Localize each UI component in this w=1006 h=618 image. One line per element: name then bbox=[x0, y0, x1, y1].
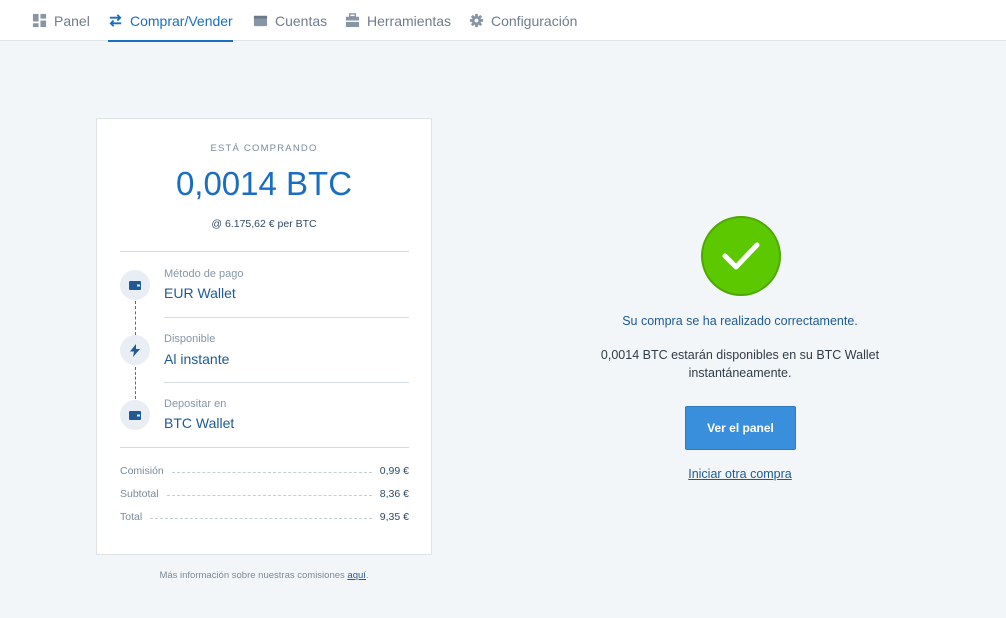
payment-method-value: EUR Wallet bbox=[164, 285, 236, 301]
deposit-label: Depositar en bbox=[164, 398, 227, 410]
view-dashboard-button[interactable]: Ver el panel bbox=[685, 406, 796, 450]
fee-row-comision: Comisión 0,99 € bbox=[120, 464, 409, 478]
gear-icon bbox=[469, 13, 484, 28]
payment-method-label: Método de pago bbox=[164, 268, 244, 280]
nav-tab-comprar-vender[interactable]: Comprar/Vender bbox=[108, 0, 233, 42]
fee-value: 8,36 € bbox=[379, 488, 409, 500]
wallet-icon bbox=[120, 270, 150, 300]
success-check-icon bbox=[701, 216, 781, 296]
success-title: Su compra se ha realizado correctamente. bbox=[622, 314, 858, 328]
nav-tab-herramientas[interactable]: Herramientas bbox=[345, 0, 451, 41]
toolbox-icon bbox=[345, 13, 360, 28]
order-summary-card: ESTÁ COMPRANDO 0,0014 BTC @ 6.175,62 € p… bbox=[96, 118, 432, 555]
start-new-purchase-link[interactable]: Iniciar otra compra bbox=[640, 467, 840, 481]
available-label: Disponible bbox=[164, 333, 216, 345]
wallet-icon bbox=[120, 400, 150, 430]
connector-line bbox=[135, 301, 136, 335]
nav-tab-label: Configuración bbox=[491, 12, 578, 29]
fees-info-link[interactable]: aquí bbox=[347, 570, 366, 581]
nav-tab-label: Comprar/Vender bbox=[130, 12, 233, 29]
divider bbox=[120, 447, 409, 448]
nav-tab-label: Panel bbox=[54, 12, 90, 29]
swap-arrows-icon bbox=[109, 14, 122, 27]
deposit-value: BTC Wallet bbox=[164, 415, 235, 431]
fee-row-subtotal: Subtotal 8,36 € bbox=[120, 487, 409, 501]
nav-tab-label: Cuentas bbox=[275, 12, 328, 29]
dotted-leader bbox=[150, 518, 372, 519]
dashboard-icon bbox=[32, 13, 47, 28]
fee-value: 0,99 € bbox=[379, 465, 409, 477]
nav-tab-label: Herramientas bbox=[367, 12, 452, 29]
connector-line bbox=[135, 367, 136, 399]
top-nav: Panel Comprar/Vender Cuentas Herramienta… bbox=[0, 0, 1006, 42]
fee-row-total: Total 9,35 € bbox=[120, 510, 409, 524]
success-message: 0,0014 BTC estarán disponibles en su BTC… bbox=[600, 348, 880, 380]
nav-tab-cuentas[interactable]: Cuentas bbox=[253, 0, 327, 41]
divider bbox=[164, 317, 409, 318]
fee-label: Total bbox=[120, 511, 143, 523]
dotted-leader bbox=[166, 495, 372, 496]
footnote-text: Más información sobre nuestras comisione… bbox=[159, 570, 348, 581]
fee-value: 9,35 € bbox=[379, 511, 409, 523]
dotted-leader bbox=[171, 472, 372, 473]
divider bbox=[120, 251, 409, 252]
fee-label: Subtotal bbox=[120, 488, 159, 500]
available-value: Al instante bbox=[164, 351, 230, 367]
nav-tab-configuracion[interactable]: Configuración bbox=[469, 0, 577, 41]
fees-footnote: Más información sobre nuestras comisione… bbox=[96, 570, 432, 581]
footnote-end: . bbox=[365, 570, 369, 581]
divider bbox=[164, 382, 409, 383]
buy-amount: 0,0014 BTC bbox=[175, 165, 353, 202]
wallet-icon bbox=[253, 15, 268, 27]
fee-label: Comisión bbox=[120, 465, 164, 477]
exchange-rate: @ 6.175,62 € per BTC bbox=[211, 218, 317, 230]
buying-label: ESTÁ COMPRANDO bbox=[210, 143, 318, 154]
lightning-icon bbox=[120, 335, 150, 365]
nav-tab-panel[interactable]: Panel bbox=[32, 0, 90, 41]
